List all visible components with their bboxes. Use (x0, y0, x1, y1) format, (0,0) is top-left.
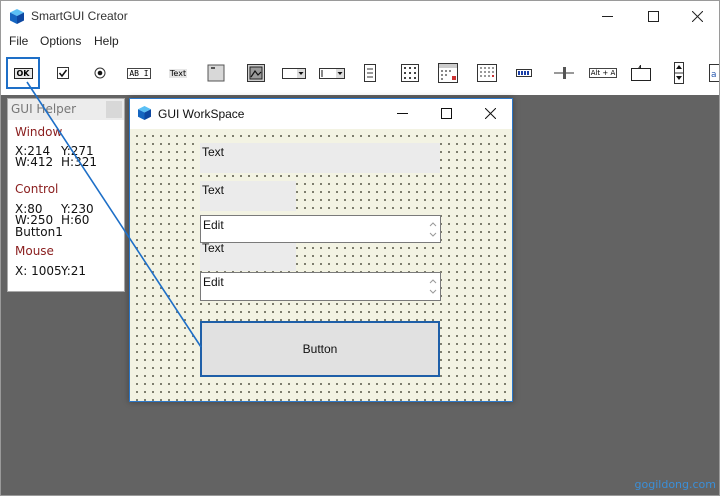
control-toolbar: OK AB I Text Alt + A a (1, 53, 719, 94)
workspace-cube-icon (138, 106, 151, 125)
progress-tool[interactable] (515, 57, 533, 89)
month-calendar-icon (477, 64, 497, 82)
title-bar: SmartGUI Creator (1, 1, 719, 33)
button-tool-label: OK (13, 67, 33, 79)
tab-tool[interactable] (630, 57, 652, 89)
app-cube-icon (10, 9, 24, 29)
monthcal-tool[interactable] (476, 57, 498, 89)
listview-icon (401, 64, 419, 82)
combobox-icon (319, 67, 345, 79)
helper-mouse-x: X: 1005 (15, 264, 62, 278)
updown-icon (674, 62, 684, 84)
checkbox-icon (57, 67, 69, 79)
button-control[interactable]: Button (200, 321, 440, 377)
helper-control-heading: Control (15, 182, 59, 196)
menu-options[interactable]: Options (40, 34, 81, 48)
calendar-icon (438, 63, 458, 83)
listbox-icon (364, 64, 376, 82)
updown-tool[interactable] (672, 57, 686, 89)
text-tool[interactable]: Text (165, 57, 191, 89)
folder-tab-icon (631, 65, 651, 81)
picture-tool[interactable] (245, 57, 267, 89)
workspace-close-button[interactable] (468, 99, 512, 128)
listview-tool[interactable] (400, 57, 420, 89)
edit-control-2[interactable]: Edit (200, 272, 441, 301)
helper-window-w: W:412 (15, 155, 54, 169)
gui-workspace-window: GUI WorkSpace Text Text Text Edit Edit B… (129, 98, 513, 402)
combobox-tool[interactable] (318, 57, 346, 89)
radio-tool[interactable] (91, 57, 109, 89)
radio-icon (94, 67, 106, 79)
menu-help[interactable]: Help (94, 34, 119, 48)
helper-window-heading: Window (15, 125, 63, 139)
edit-tool[interactable]: AB I (126, 57, 152, 89)
text-tool-label: Text (168, 68, 188, 78)
picture-icon (247, 64, 265, 82)
datetime-tool[interactable] (437, 57, 459, 89)
helper-control-name: Button1 (15, 225, 63, 239)
helper-mouse-heading: Mouse (15, 244, 54, 258)
slider-icon (554, 67, 574, 79)
dropdown-icon (282, 67, 306, 79)
text-control-1[interactable]: Text (200, 143, 440, 173)
hotkey-tool-label: Alt + A (588, 68, 618, 78)
helper-title-button[interactable] (106, 101, 122, 118)
minimize-button[interactable] (584, 1, 630, 32)
maximize-button[interactable] (630, 1, 676, 32)
button-tool[interactable]: OK (6, 57, 40, 89)
edit-control-1-text: Edit (203, 218, 224, 232)
workspace-title-bar: GUI WorkSpace (130, 99, 512, 129)
helper-window-h: H:321 (61, 155, 97, 169)
workspace-title: GUI WorkSpace (158, 107, 245, 121)
menu-file[interactable]: File (9, 34, 28, 48)
progress-icon (516, 69, 532, 77)
workspace-maximize-button[interactable] (424, 99, 468, 128)
workspace-grid: Text Text Text Edit Edit Button (130, 129, 512, 401)
partial-tool-icon: a (709, 64, 719, 82)
gui-helper-panel: GUI Helper Window X:214 Y:271 W:412 H:32… (7, 98, 125, 292)
groupbox-icon (207, 64, 225, 82)
dropdown-tool[interactable] (281, 57, 307, 89)
text-control-2[interactable]: Text (200, 181, 296, 211)
helper-control-h: H:60 (61, 213, 90, 227)
slider-tool[interactable] (553, 57, 575, 89)
close-button[interactable] (674, 1, 720, 32)
menu-bar: File Options Help (1, 32, 719, 51)
edit-scroll-arrows-icon (429, 222, 437, 237)
more-tool[interactable]: a (707, 57, 719, 89)
edit-scroll-arrows-icon (429, 279, 437, 294)
svg-text:a: a (711, 70, 717, 80)
helper-mouse-y: Y:21 (61, 264, 87, 278)
hotkey-tool[interactable]: Alt + A (588, 57, 618, 89)
workspace-minimize-button[interactable] (380, 99, 424, 128)
edit-control-2-text: Edit (203, 275, 224, 289)
groupbox-tool[interactable] (206, 57, 226, 89)
edit-tool-label: AB I (127, 67, 151, 79)
text-control-3[interactable]: Text (200, 239, 296, 271)
app-title: SmartGUI Creator (31, 9, 128, 23)
watermark: gogildong.com (634, 478, 716, 491)
checkbox-tool[interactable] (54, 57, 72, 89)
listbox-tool[interactable] (363, 57, 377, 89)
edit-control-1[interactable]: Edit (200, 215, 441, 243)
